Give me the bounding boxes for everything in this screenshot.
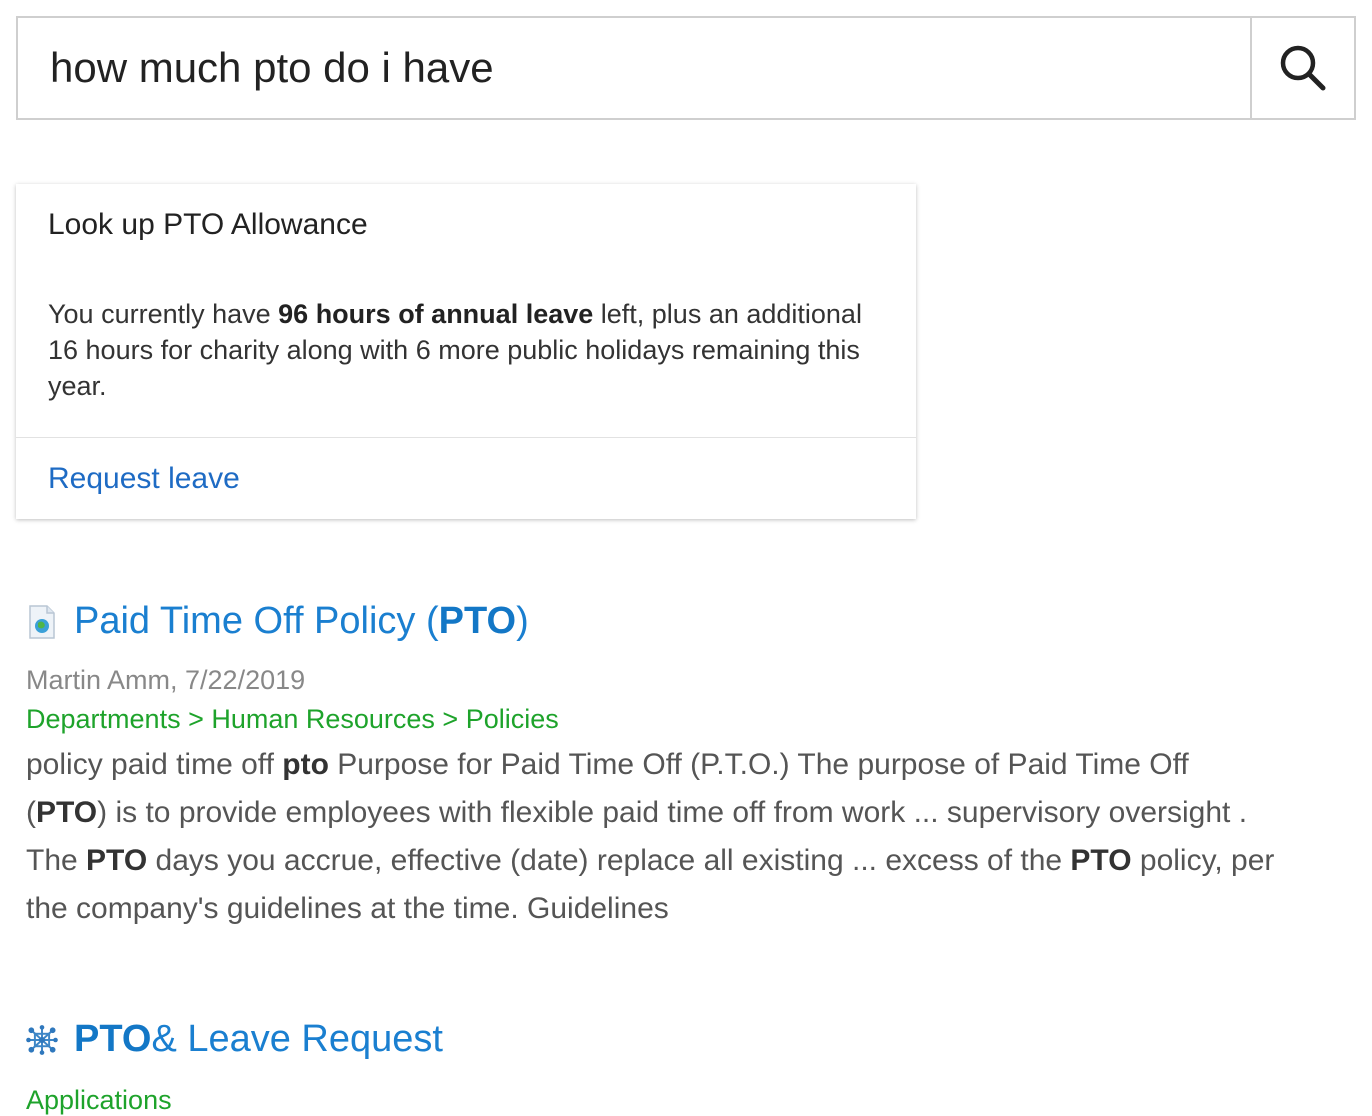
snippet-highlight: PTO (86, 844, 148, 877)
result-breadcrumb[interactable]: Applications (26, 1085, 443, 1116)
result-title-text: & Leave Request (151, 1018, 443, 1060)
snippet-highlight: PTO (36, 796, 98, 829)
search-icon (1280, 45, 1326, 91)
result-snippet: policy paid time off pto Purpose for Pai… (26, 741, 1276, 933)
result-title-link[interactable]: PTO & Leave Request (26, 1018, 443, 1061)
result-title-text: Paid Time Off Policy ( (74, 600, 439, 642)
request-leave-link[interactable]: Request leave (48, 462, 240, 496)
card-body: You currently have 96 hours of annual le… (48, 296, 888, 404)
body-text: You currently have (48, 299, 279, 329)
result-meta: Martin Amm, 7/22/2019 (26, 665, 306, 695)
search-input[interactable] (18, 18, 1250, 118)
card-title: Look up PTO Allowance (48, 208, 368, 241)
search-bar (16, 16, 1356, 120)
card-divider (16, 437, 916, 438)
snippet-highlight: PTO (1070, 844, 1132, 877)
result-title-highlight: PTO (74, 1018, 152, 1060)
snippet-highlight: pto (282, 748, 329, 781)
result-title-link[interactable]: Paid Time Off Policy (PTO) (26, 600, 1276, 643)
search-result: Paid Time Off Policy (PTO) Martin Amm, 7… (26, 600, 1276, 933)
result-title-highlight: PTO (438, 600, 517, 642)
result-breadcrumb[interactable]: Departments > Human Resources > Policies (26, 704, 1276, 735)
search-button[interactable] (1250, 18, 1354, 118)
leave-balance: 96 hours of annual leave (278, 299, 594, 329)
search-result: PTO & Leave Request Applications (26, 1018, 443, 1116)
document-globe-icon (26, 604, 58, 640)
pto-answer-card: Look up PTO Allowance You currently have… (16, 184, 916, 519)
snippet-text: policy paid time off (26, 748, 283, 781)
result-title-text: ) (516, 600, 529, 642)
network-app-icon (26, 1022, 58, 1058)
snippet-text: days you accrue, effective (date) replac… (147, 844, 1071, 877)
